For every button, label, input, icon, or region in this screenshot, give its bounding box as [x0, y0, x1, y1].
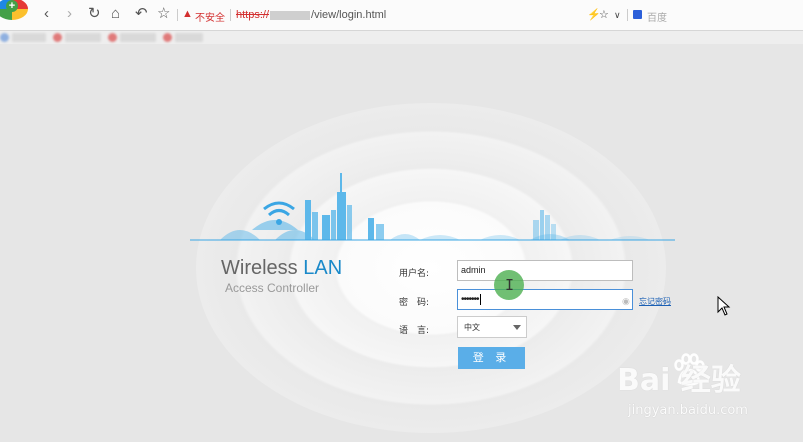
bookmark-icon[interactable]: [163, 33, 172, 42]
forgot-password-link[interactable]: 忘记密码: [639, 296, 671, 307]
reload-icon[interactable]: ↻: [88, 6, 101, 22]
back-icon[interactable]: ‹: [44, 6, 49, 22]
password-field[interactable]: •••••••: [457, 289, 633, 310]
text-cursor-icon: I: [505, 276, 515, 294]
brand-accent: LAN: [303, 257, 343, 279]
language-value: 中文: [464, 323, 480, 332]
favorite-star-icon[interactable]: ☆: [157, 6, 170, 22]
language-select[interactable]: 中文: [457, 316, 527, 338]
bookmark-star-icon[interactable]: ☆: [599, 8, 609, 21]
url-scheme: https://: [236, 9, 270, 21]
username-label: 用户名:: [399, 269, 430, 279]
bookmark-icon[interactable]: [0, 33, 9, 42]
forward-icon[interactable]: ›: [67, 6, 72, 22]
url-path: /view/login.html: [311, 9, 387, 21]
show-password-eye-icon[interactable]: ◉: [622, 296, 630, 307]
home-icon[interactable]: ⌂: [111, 6, 120, 22]
address-bar[interactable]: https:// /view/login.html: [236, 9, 386, 21]
search-engine-icon[interactable]: [633, 10, 642, 19]
browser-toolbar: ‹ › ↻ ⌂ ↶ ☆ ▲ 不安全 https:// /view/login.ht…: [0, 0, 803, 31]
bookmarks-bar: [0, 31, 803, 44]
watermark-url: jingyan.baidu.com: [628, 403, 748, 418]
brand-subtitle: Access Controller: [225, 281, 320, 295]
bookmark-item[interactable]: [65, 33, 101, 42]
watermark-logo-text: Bai 经验: [617, 363, 741, 398]
divider: [177, 9, 178, 21]
dropdown-arrow-icon: [513, 325, 521, 330]
city-skyline-logo: [190, 173, 675, 241]
divider: [230, 9, 231, 21]
search-input[interactable]: 百度: [647, 9, 667, 24]
warning-icon[interactable]: ▲: [182, 8, 193, 20]
password-value: •••••••: [461, 294, 479, 305]
bookmark-item[interactable]: [175, 33, 203, 42]
bookmark-icon[interactable]: [53, 33, 62, 42]
text-caret: [479, 294, 481, 306]
security-warning[interactable]: 不安全: [195, 9, 225, 24]
bookmark-item[interactable]: [120, 33, 156, 42]
bookmark-item[interactable]: [12, 33, 46, 42]
mouse-pointer-icon: [717, 296, 731, 316]
bookmark-icon[interactable]: [108, 33, 117, 42]
password-label: 密 码:: [399, 298, 430, 308]
browser-logo[interactable]: [0, 0, 28, 20]
login-button[interactable]: 登 录: [458, 347, 525, 369]
undo-icon[interactable]: ↶: [135, 6, 148, 22]
chevron-down-icon[interactable]: ∨: [614, 10, 621, 21]
brand-title: Wireless LAN: [221, 257, 342, 280]
brand-word: Wireless: [221, 257, 298, 279]
username-field[interactable]: admin: [457, 260, 633, 281]
divider: [627, 9, 628, 21]
username-value: admin: [461, 265, 486, 275]
language-label: 语 言:: [399, 326, 430, 336]
url-host-redacted: [270, 10, 311, 20]
